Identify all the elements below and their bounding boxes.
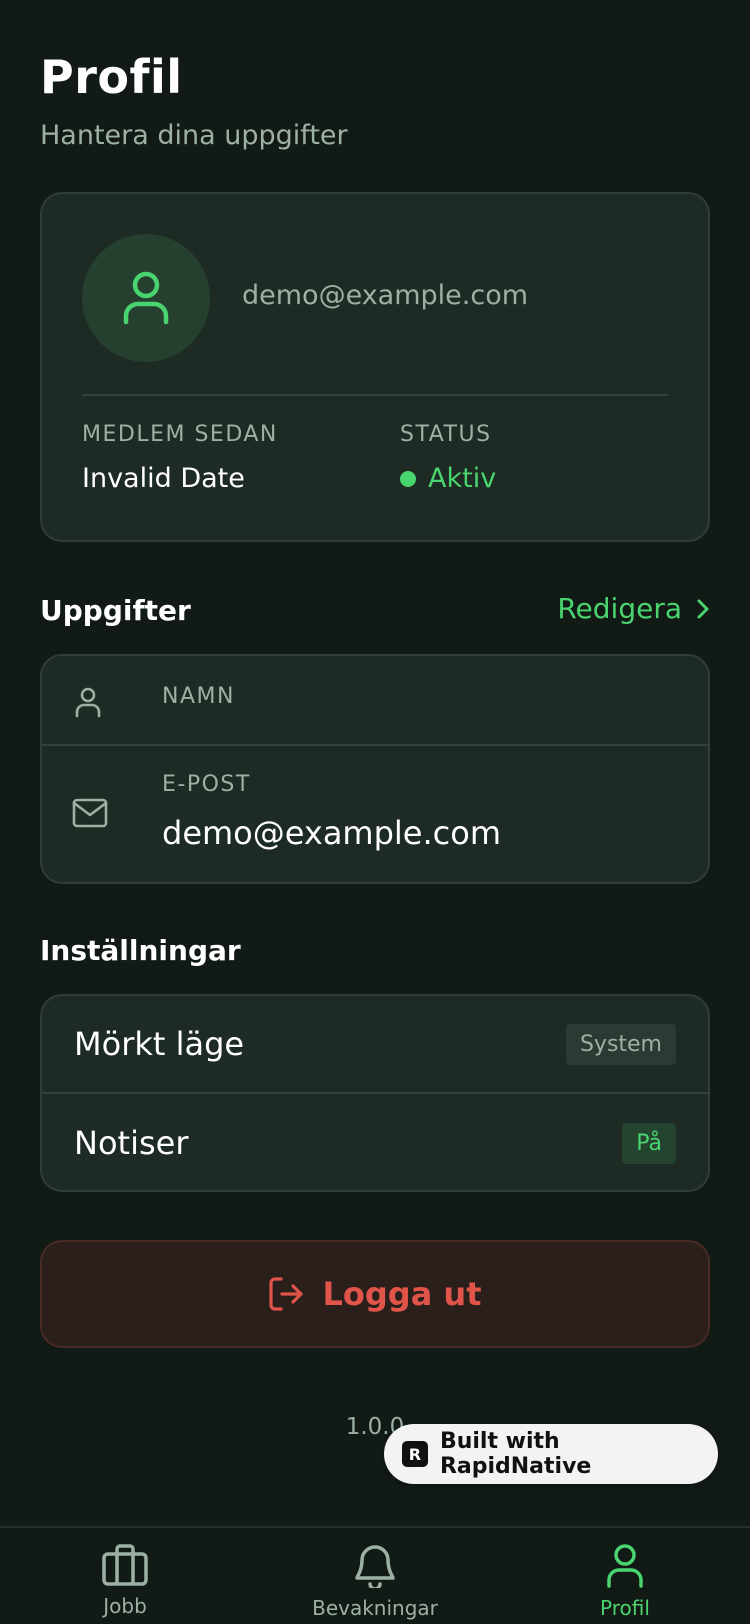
details-card: NAMN E-POST demo@example.com	[40, 654, 710, 884]
bottom-nav: Jobb Bevakningar Profil	[0, 1526, 750, 1624]
dark-mode-label: Mörkt läge	[74, 1025, 245, 1063]
status-dot	[400, 470, 416, 487]
built-with-label: Built with RapidNative	[439, 1429, 592, 1479]
settings-card: Mörkt läge System Notiser På	[40, 994, 710, 1192]
page-subtitle: Hantera dina uppgifter	[40, 120, 348, 151]
logout-label: Logga ut	[322, 1275, 482, 1313]
status-badge: Aktiv	[428, 463, 497, 494]
tab-profil[interactable]: Profil	[525, 1544, 725, 1620]
name-label: NAMN	[162, 684, 235, 709]
bell-icon	[355, 1545, 395, 1588]
user-icon	[75, 687, 101, 718]
notifications-row[interactable]: Notiser På	[42, 1094, 708, 1192]
page-header: Profil Hantera dina uppgifter	[40, 50, 348, 151]
page-title: Profil	[40, 50, 183, 104]
dark-mode-row[interactable]: Mörkt läge System	[42, 996, 708, 1094]
tab-jobb[interactable]: Jobb	[25, 1544, 225, 1618]
edit-label: Redigera	[557, 592, 682, 625]
user-icon	[607, 1544, 643, 1588]
divider	[82, 394, 668, 396]
tab-bevakningar[interactable]: Bevakningar	[275, 1544, 475, 1620]
member-since-label: MEDLEM SEDAN	[82, 422, 278, 447]
rapidnative-logo: R	[402, 1441, 428, 1467]
profile-screen: Profil Hantera dina uppgifter demo@examp…	[0, 0, 750, 1624]
tab-bevakningar-label: Bevakningar	[312, 1596, 438, 1620]
logout-icon	[268, 1277, 303, 1311]
email-value: demo@example.com	[162, 814, 501, 852]
edit-button[interactable]: Redigera	[557, 592, 710, 625]
name-row[interactable]: NAMN	[42, 656, 708, 746]
built-with-badge[interactable]: R Built with RapidNative	[384, 1424, 718, 1484]
member-since: MEDLEM SEDAN Invalid Date	[82, 422, 278, 494]
details-section-title: Uppgifter	[40, 594, 191, 627]
email-row[interactable]: E-POST demo@example.com	[42, 746, 708, 884]
profile-card: demo@example.com MEDLEM SEDAN Invalid Da…	[40, 192, 710, 542]
notifications-label: Notiser	[74, 1124, 189, 1162]
chevron-right-icon	[697, 599, 709, 618]
tab-profil-label: Profil	[600, 1596, 650, 1620]
member-since-value: Invalid Date	[82, 463, 245, 494]
tab-jobb-label: Jobb	[103, 1594, 147, 1618]
profile-email: demo@example.com	[242, 280, 529, 311]
status: STATUS Aktiv	[400, 422, 496, 494]
email-label: E-POST	[162, 772, 251, 797]
status-label: STATUS	[400, 422, 492, 447]
settings-section-title: Inställningar	[40, 934, 241, 967]
user-icon	[123, 271, 169, 325]
mail-icon	[72, 798, 108, 828]
dark-mode-value: System	[565, 1023, 676, 1065]
status-value: Aktiv	[400, 463, 496, 494]
logout-button[interactable]: Logga ut	[40, 1240, 710, 1348]
notifications-value: På	[622, 1122, 676, 1164]
avatar	[82, 234, 210, 362]
briefcase-icon	[102, 1544, 148, 1586]
